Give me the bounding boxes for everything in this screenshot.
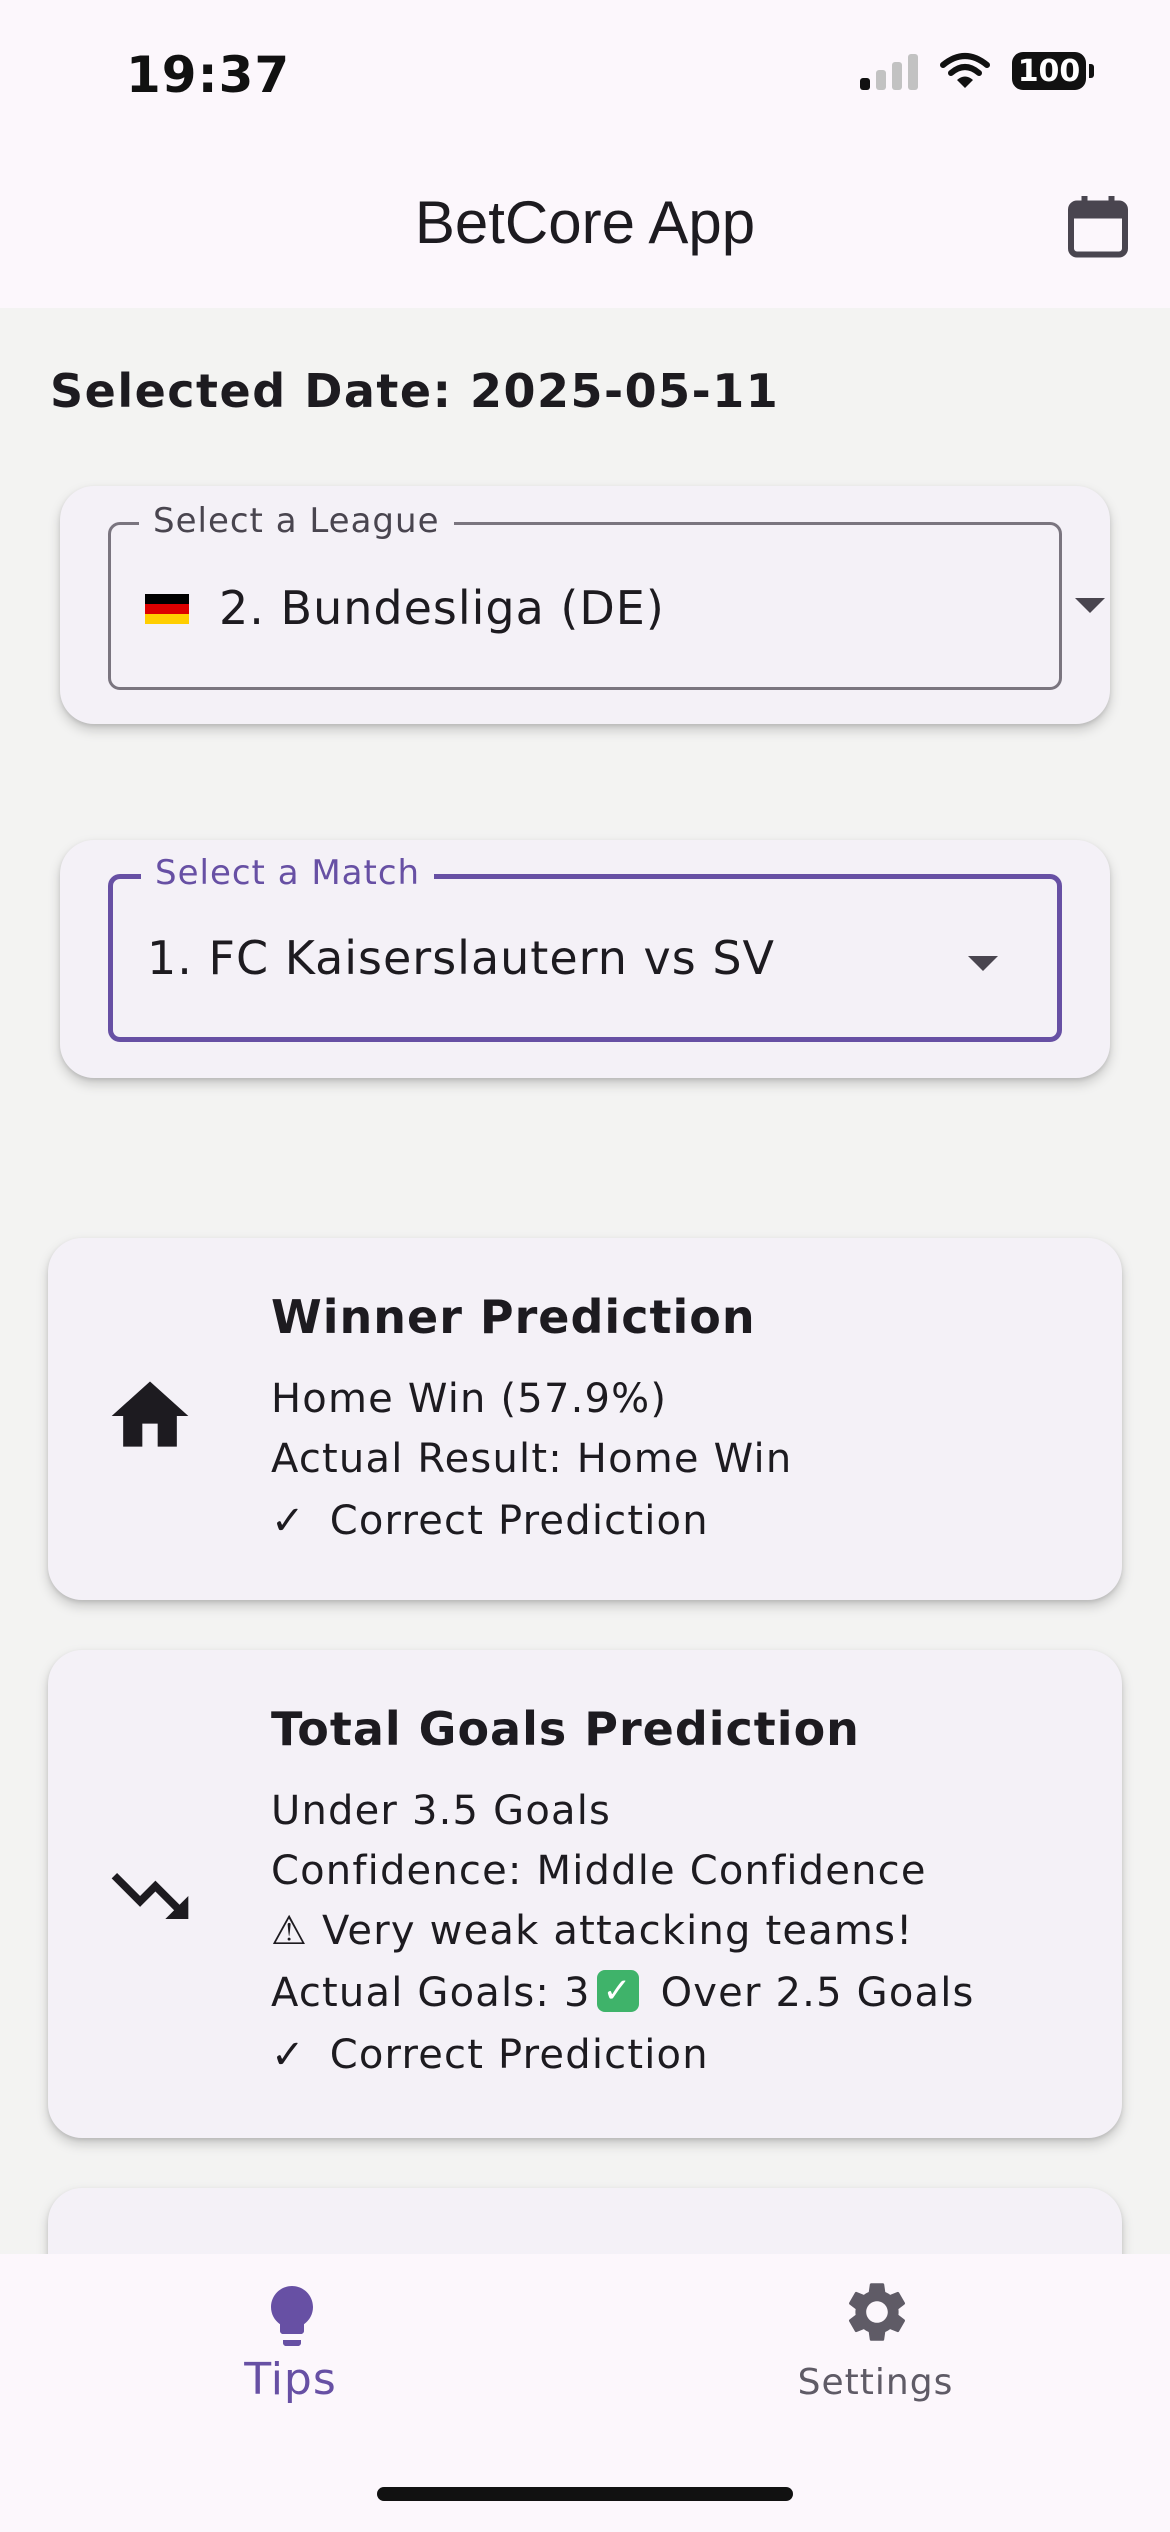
- nav-settings-label: Settings: [797, 2362, 954, 2403]
- match-select-value: 1. FC Kaiserslautern vs SV: [147, 931, 775, 985]
- cellular-signal-icon: [860, 52, 918, 90]
- winner-prediction-title: Winner Prediction: [271, 1290, 756, 1344]
- app-bar: BetCore App: [0, 150, 1170, 308]
- goals-status-text: Correct Prediction: [329, 2032, 709, 2078]
- goals-confidence: Confidence: Middle Confidence: [271, 1848, 927, 1894]
- germany-flag-icon: [145, 593, 189, 624]
- match-select-label: Select a Match: [141, 853, 435, 893]
- winner-prediction-value: Home Win (57.9%): [271, 1376, 668, 1422]
- home-icon: [111, 1381, 189, 1447]
- battery-icon: 100: [1012, 52, 1094, 90]
- match-dropdown-arrow-icon[interactable]: [968, 956, 998, 971]
- gear-icon: [848, 2283, 906, 2341]
- lightbulb-icon: [271, 2286, 313, 2346]
- winner-prediction-status: ✓ Correct Prediction: [271, 1498, 709, 1544]
- winner-prediction-card: Winner Prediction Home Win (57.9%) Actua…: [48, 1238, 1122, 1600]
- check-mark-button-icon: ✓: [596, 1970, 639, 2012]
- status-bar: 19:37 100: [0, 0, 1170, 150]
- league-select-card: Select a League 2. Bundesliga (DE): [60, 486, 1110, 724]
- nav-tab-tips[interactable]: Tips: [0, 2254, 585, 2454]
- check-icon: ✓: [271, 1498, 306, 1544]
- goals-actual-result: Actual Goals: 3 ✓ Over 2.5 Goals: [271, 1970, 975, 2016]
- match-select-card: Select a Match 1. FC Kaiserslautern vs S…: [60, 840, 1110, 1078]
- wifi-icon: [940, 53, 990, 88]
- goals-prediction-value: Under 3.5 Goals: [271, 1788, 612, 1834]
- league-dropdown-arrow-icon[interactable]: [1075, 598, 1105, 613]
- league-select-label: Select a League: [139, 501, 454, 541]
- goals-prediction-title: Total Goals Prediction: [271, 1702, 860, 1756]
- status-time: 19:37: [126, 46, 291, 104]
- match-select-field[interactable]: Select a Match 1. FC Kaiserslautern vs S…: [108, 853, 1062, 1042]
- selected-date: Selected Date: 2025-05-11: [50, 364, 780, 418]
- battery-level: 100: [1012, 52, 1086, 90]
- status-icons: 100: [860, 52, 1094, 90]
- goals-prediction-status: ✓ Correct Prediction: [271, 2032, 709, 2078]
- league-select-field[interactable]: Select a League 2. Bundesliga (DE): [108, 501, 1062, 690]
- goals-actual-suffix: Over 2.5 Goals: [660, 1970, 975, 2016]
- league-select-value: 2. Bundesliga (DE): [219, 581, 665, 635]
- calendar-icon[interactable]: [1062, 190, 1134, 262]
- check-icon: ✓: [271, 2032, 306, 2078]
- winner-actual-result: Actual Result: Home Win: [271, 1436, 793, 1482]
- nav-tab-settings[interactable]: Settings: [585, 2254, 1170, 2454]
- trending-down-icon: [111, 1873, 189, 1919]
- winner-status-text: Correct Prediction: [329, 1498, 709, 1544]
- goals-warning: ⚠ Very weak attacking teams!: [271, 1908, 914, 1954]
- home-indicator: [377, 2487, 793, 2501]
- goals-prediction-card: Total Goals Prediction Under 3.5 Goals C…: [48, 1650, 1122, 2138]
- nav-tips-label: Tips: [244, 2354, 337, 2405]
- goals-actual-prefix: Actual Goals: 3: [271, 1970, 591, 2016]
- app-title: BetCore App: [414, 189, 756, 256]
